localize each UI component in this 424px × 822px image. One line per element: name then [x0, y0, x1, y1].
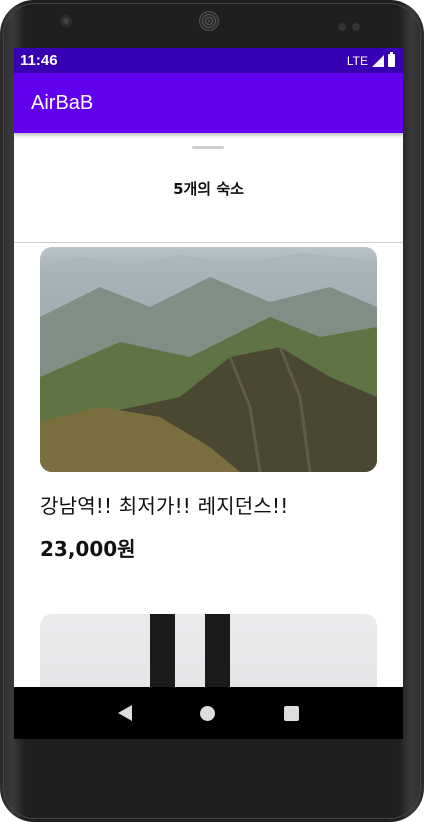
sheet-title: 5개의 숙소 [173, 180, 244, 198]
mountain-image [40, 253, 377, 472]
app-title: AirBaB [31, 91, 94, 114]
listing-price: 23,000원 [40, 537, 136, 561]
listing-photo[interactable] [40, 247, 377, 472]
network-label: LTE [346, 53, 368, 68]
listing-name[interactable]: 강남역!! 최저가!! 레지던스!! [40, 490, 377, 519]
system-nav-bar [14, 687, 403, 739]
home-icon[interactable] [200, 705, 216, 721]
status-indicators: LTE [346, 52, 395, 68]
battery-icon [388, 52, 395, 67]
front-camera [60, 15, 72, 27]
screen: 11:46 LTE AirBaB 5개의 숙소 강남역!! 최저가!! 레지던스… [14, 48, 403, 739]
signal-icon [372, 54, 384, 67]
app-bar: AirBaB [14, 73, 403, 133]
phone-frame: 11:46 LTE AirBaB 5개의 숙소 강남역!! 최저가!! 레지던스… [0, 0, 424, 822]
back-icon[interactable] [118, 705, 133, 721]
recents-icon[interactable] [283, 705, 299, 721]
bottom-sheet[interactable]: 5개의 숙소 강남역!! 최저가!! 레지던스!! 23,000원 [14, 133, 403, 739]
status-time: 11:46 [20, 52, 58, 69]
drag-handle[interactable] [192, 146, 224, 149]
person-legs [150, 614, 175, 694]
sheet-header[interactable]: 5개의 숙소 [14, 133, 403, 243]
earpiece-speaker [199, 11, 219, 31]
sensors [338, 16, 366, 35]
status-bar: 11:46 LTE [14, 48, 403, 73]
listing-card[interactable]: 강남역!! 최저가!! 레지던스!! 23,000원 [14, 247, 403, 739]
person-legs [205, 614, 230, 694]
